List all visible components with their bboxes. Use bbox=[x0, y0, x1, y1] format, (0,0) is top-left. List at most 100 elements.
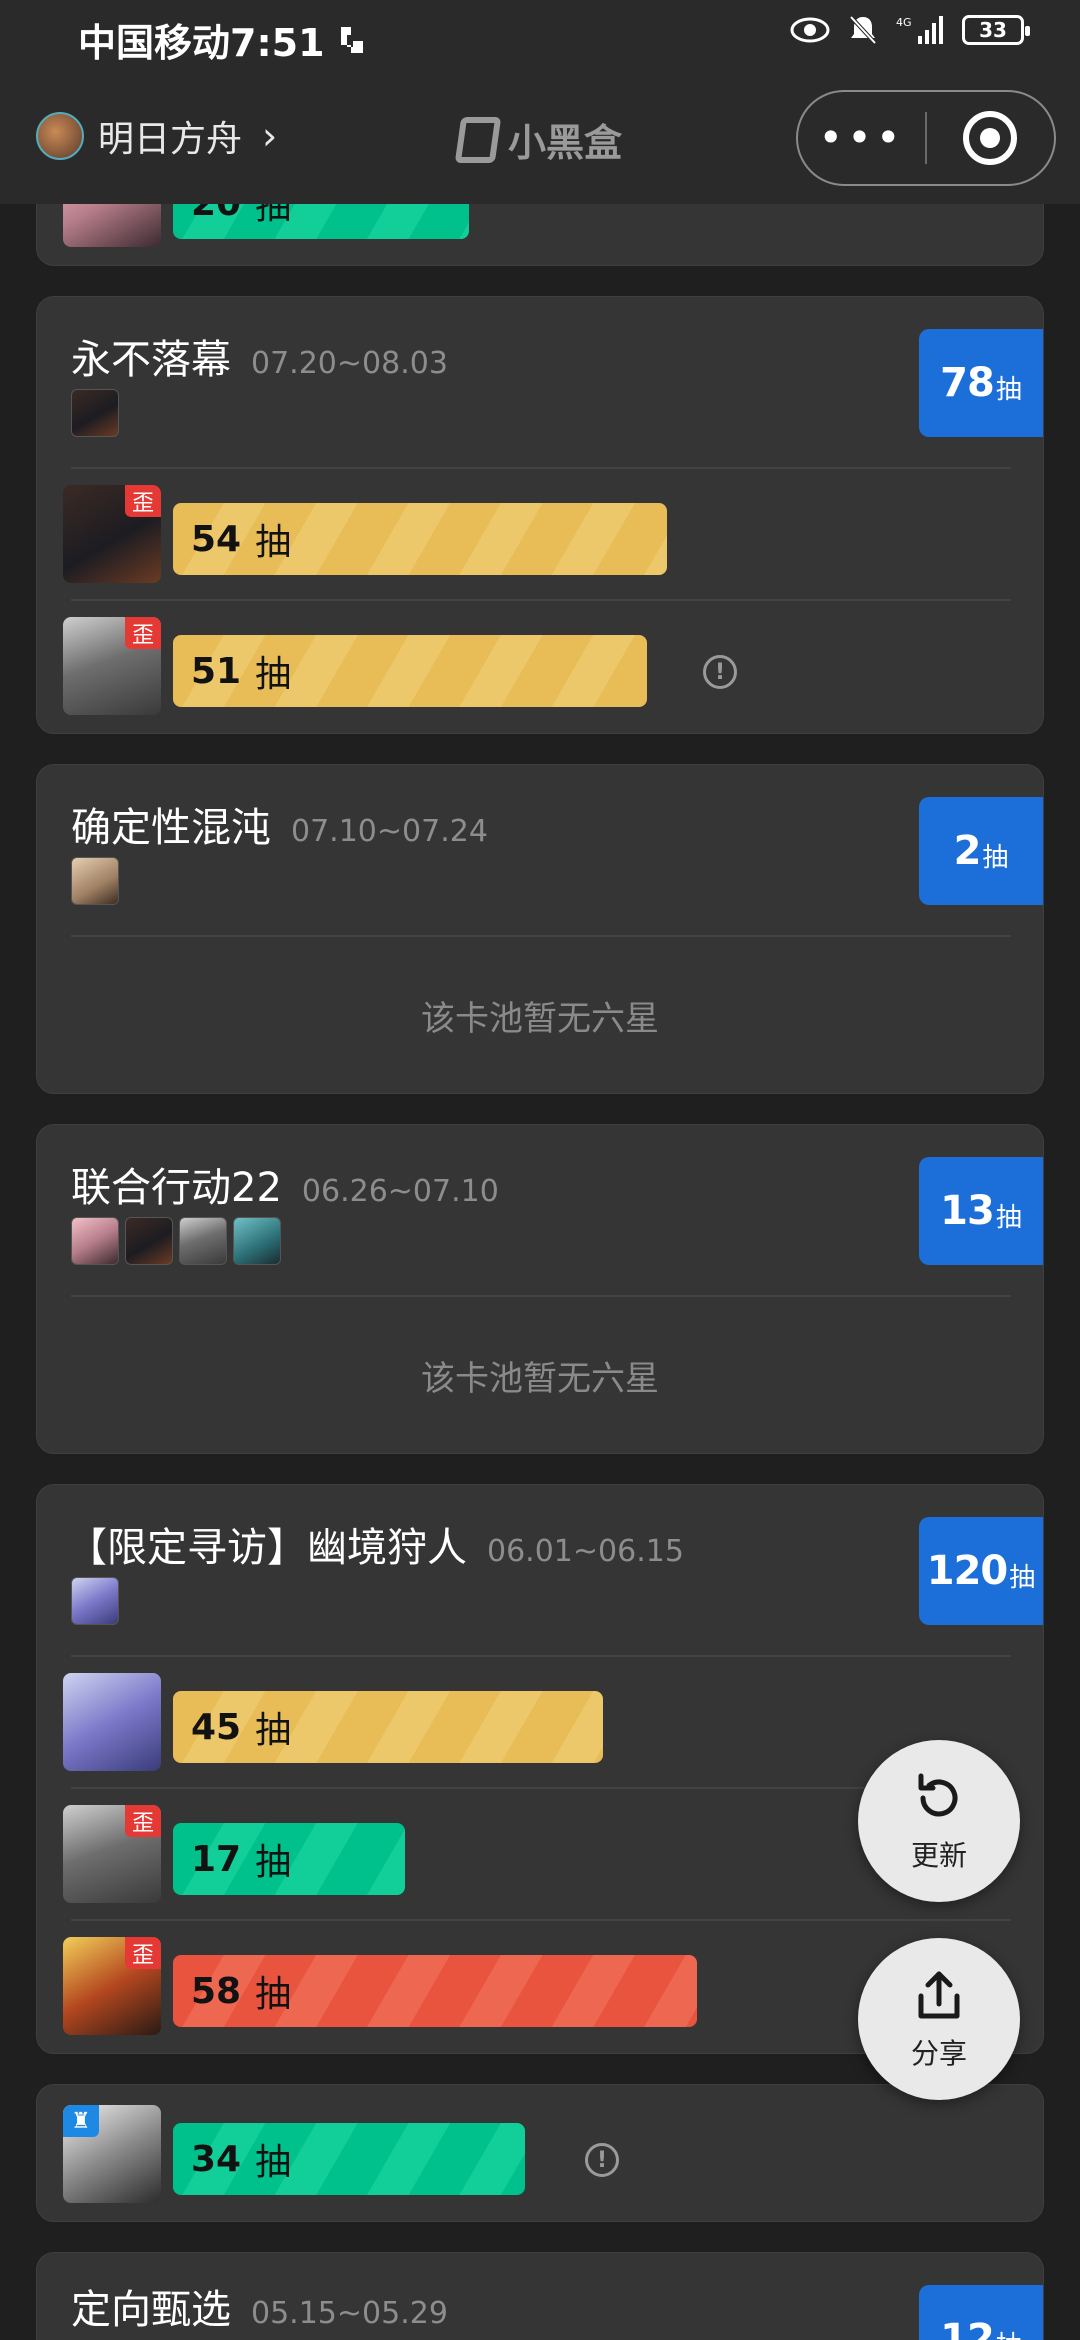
pull-count: 54 bbox=[191, 518, 242, 560]
info-icon[interactable]: ! bbox=[585, 2143, 619, 2177]
banner-name: 定向甄选 bbox=[71, 2287, 231, 2333]
refresh-icon bbox=[918, 1773, 958, 1817]
banner-featured-operators bbox=[71, 1217, 281, 1265]
banner-card: 联合行动22 06.26~07.10 13 抽 该卡池暂无六星 bbox=[36, 1124, 1044, 1454]
banner-date: 05.15~05.29 bbox=[251, 2296, 448, 2331]
operator-avatar[interactable] bbox=[63, 1673, 161, 1771]
pull-bar: 51 抽 bbox=[173, 635, 647, 707]
more-button[interactable]: ••• bbox=[798, 117, 925, 159]
pull-unit: 抽 bbox=[255, 1710, 292, 1751]
pull-unit: 抽 bbox=[255, 654, 292, 695]
banner-featured-operators bbox=[71, 389, 119, 437]
chevron-right-icon: › bbox=[262, 114, 278, 158]
share-icon bbox=[918, 1971, 960, 2019]
total-pulls: 13 bbox=[940, 1188, 995, 1234]
total-pulls-badge: 78 抽 bbox=[919, 329, 1043, 437]
pull-row: 45 抽 bbox=[63, 1673, 1013, 1771]
divider bbox=[71, 1919, 1011, 1921]
carrier-time: 中国移动7:51 bbox=[78, 21, 325, 65]
banner-name: 【限定寻访】幽境狩人 bbox=[67, 1525, 467, 1571]
divider bbox=[71, 935, 1011, 937]
share-button[interactable]: 分享 bbox=[858, 1938, 1020, 2100]
banner-card: 定向甄选 05.15~05.29 12抽 bbox=[36, 2252, 1044, 2340]
logo-text: 小黑盒 bbox=[508, 121, 623, 165]
operator-avatar[interactable]: ♜ bbox=[63, 2105, 161, 2203]
no-six-star-note: 该卡池暂无六星 bbox=[421, 1359, 659, 1399]
app-header: 明日方舟 › 小黑盒 ••• bbox=[0, 72, 1080, 204]
banner-name: 联合行动22 bbox=[71, 1165, 282, 1211]
pull-count: 17 bbox=[191, 1838, 242, 1880]
pull-count: 34 bbox=[191, 2138, 242, 2180]
total-pulls: 78 bbox=[940, 360, 995, 406]
pull-bar: 34 抽 bbox=[173, 2123, 525, 2195]
status-bar: 中国移动7:51 4G 33 bbox=[0, 0, 1080, 72]
pull-unit: 抽 bbox=[255, 2142, 292, 2183]
operator-avatar[interactable]: 歪 bbox=[63, 1937, 161, 2035]
total-pulls: 12 bbox=[940, 2316, 995, 2340]
banner-date: 06.26~07.10 bbox=[301, 1174, 499, 1209]
off-banner-tag: 歪 bbox=[125, 617, 161, 649]
game-avatar bbox=[36, 112, 84, 160]
pull-row: 歪 51 抽 ! bbox=[63, 617, 1013, 715]
miniapp-capsule: ••• bbox=[796, 90, 1056, 186]
total-pulls: 2 bbox=[953, 828, 982, 874]
total-pulls: 120 bbox=[926, 1548, 1008, 1594]
pull-bar: 54 抽 bbox=[173, 503, 667, 575]
link-icon bbox=[340, 26, 363, 53]
featured-operator-icon bbox=[125, 1217, 173, 1265]
total-unit: 抽 bbox=[996, 2325, 1022, 2340]
rook-tag-icon: ♜ bbox=[63, 2105, 99, 2137]
app-switcher[interactable]: 明日方舟 › bbox=[36, 110, 277, 162]
info-icon[interactable]: ! bbox=[703, 655, 737, 689]
pull-unit: 抽 bbox=[255, 522, 292, 563]
divider bbox=[71, 599, 1011, 601]
signal-icon: 4G bbox=[896, 16, 943, 44]
operator-avatar[interactable]: 歪 bbox=[63, 485, 161, 583]
featured-operator-icon bbox=[71, 389, 119, 437]
close-miniapp-button[interactable] bbox=[927, 111, 1054, 165]
operator-avatar[interactable]: 歪 bbox=[63, 1805, 161, 1903]
total-pulls-badge: 120 抽 bbox=[919, 1517, 1043, 1625]
refresh-label: 更新 bbox=[910, 1839, 967, 1872]
pull-row: ♜ 34 抽 ! bbox=[63, 2105, 1013, 2203]
pull-bar: 17 抽 bbox=[173, 1823, 405, 1895]
divider bbox=[71, 467, 1011, 469]
banner-title: 定向甄选 05.15~05.29 bbox=[71, 2277, 448, 2335]
total-pulls-badge: 13 抽 bbox=[919, 1157, 1043, 1265]
banner-title: 【限定寻访】幽境狩人 06.01~06.15 bbox=[67, 1515, 684, 1573]
banner-card: 确定性混沌 07.10~07.24 2抽 该卡池暂无六星 bbox=[36, 764, 1044, 1094]
divider bbox=[71, 1295, 1011, 1297]
featured-operator-icon bbox=[71, 1577, 119, 1625]
banner-date: 07.20~08.03 bbox=[251, 346, 448, 381]
game-name: 明日方舟 bbox=[98, 119, 243, 160]
off-banner-tag: 歪 bbox=[125, 485, 161, 517]
banner-card: 永不落幕 07.20~08.03 78 抽 歪 54 抽 歪 51 抽 ! bbox=[36, 296, 1044, 734]
banner-featured-operators bbox=[71, 1577, 119, 1625]
featured-operator-icon bbox=[179, 1217, 227, 1265]
total-unit: 抽 bbox=[995, 1202, 1022, 1233]
banner-card-single-row: ♜ 34 抽 ! bbox=[36, 2084, 1044, 2222]
logo-mark-icon bbox=[454, 116, 502, 163]
banner-title: 联合行动22 06.26~07.10 bbox=[71, 1155, 499, 1213]
total-unit: 抽 bbox=[982, 842, 1009, 873]
status-right: 4G 33 bbox=[790, 14, 1030, 46]
banner-title: 确定性混沌 07.10~07.24 bbox=[71, 795, 488, 853]
banner-date: 07.10~07.24 bbox=[291, 814, 488, 849]
refresh-button[interactable]: 更新 bbox=[858, 1740, 1020, 1902]
featured-operator-icon bbox=[233, 1217, 281, 1265]
divider bbox=[71, 1655, 1011, 1657]
network-label: 4G bbox=[896, 16, 912, 29]
off-banner-tag: 歪 bbox=[125, 1937, 161, 1969]
banner-featured-operators bbox=[71, 857, 119, 905]
mute-bell-icon bbox=[849, 15, 877, 45]
pull-row: 歪 54 抽 bbox=[63, 485, 1013, 583]
pull-unit: 抽 bbox=[255, 1842, 292, 1883]
pull-unit: 抽 bbox=[255, 1974, 292, 2015]
battery-level: 33 bbox=[979, 18, 1007, 42]
operator-avatar[interactable]: 歪 bbox=[63, 617, 161, 715]
pull-count: 51 bbox=[191, 650, 242, 692]
xiaoheihe-logo: 小黑盒 bbox=[454, 112, 623, 167]
banner-date: 06.01~06.15 bbox=[487, 1534, 684, 1569]
battery-icon: 33 bbox=[962, 15, 1030, 45]
eye-icon bbox=[790, 17, 830, 43]
